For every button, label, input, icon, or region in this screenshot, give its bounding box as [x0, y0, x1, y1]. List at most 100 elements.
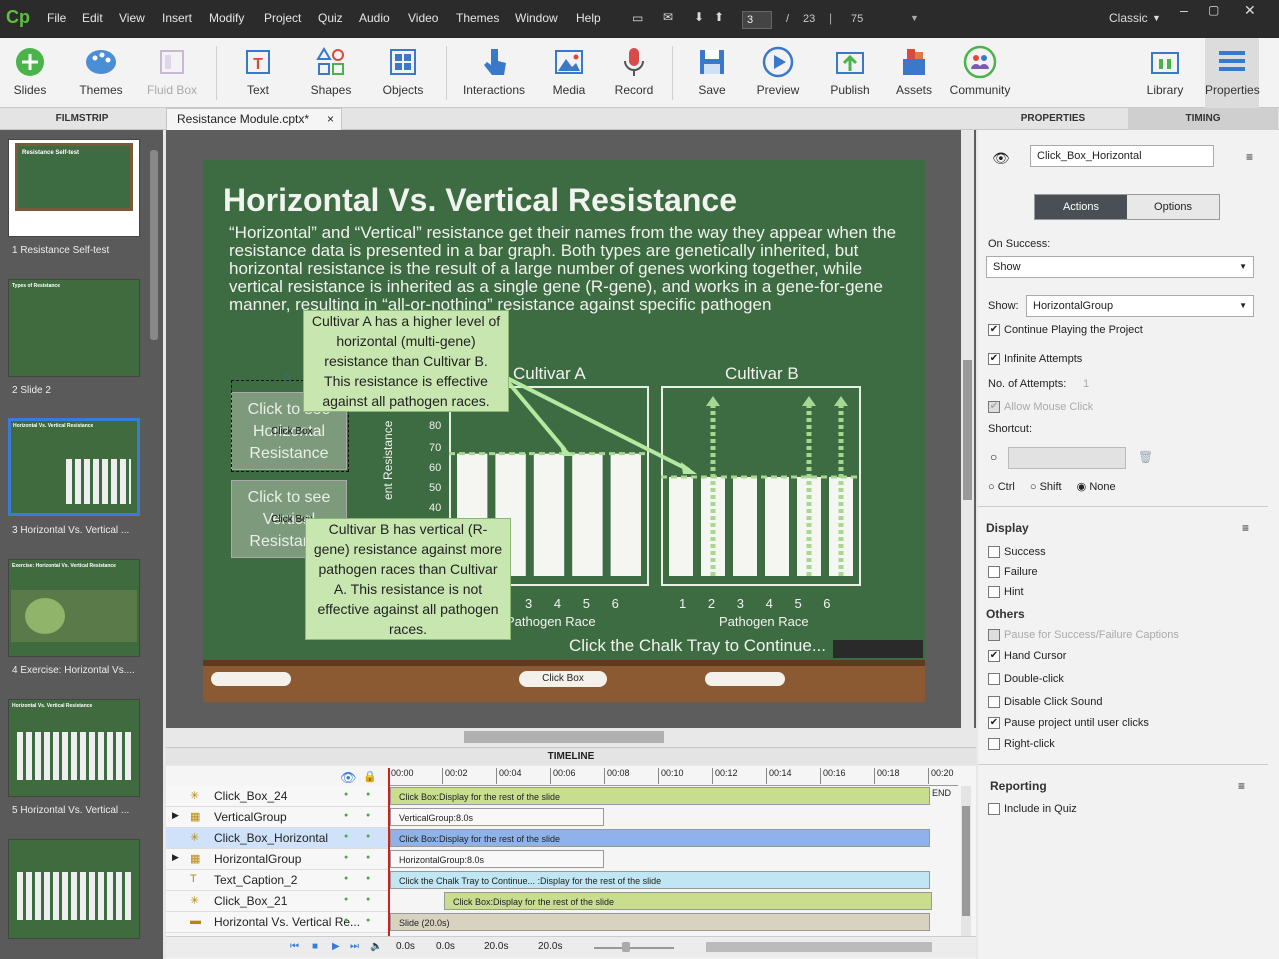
slide-thumb-4[interactable]: Exercise: Horizontal Vs. Vertical Resist…	[8, 559, 140, 657]
visibility-eye-icon[interactable]: 👁	[992, 150, 1010, 167]
zoom-dropdown-icon[interactable]: ▼	[910, 13, 919, 23]
panel-menu-icon[interactable]: ≡	[1246, 150, 1253, 164]
timeline-ruler[interactable]: 00:00 00:02 00:04 00:06 00:08 00:10 00:12 00:14…	[388, 766, 958, 786]
trash-icon[interactable]: 🗑	[1138, 450, 1153, 464]
rotate-handle-icon[interactable]: ◌	[283, 370, 290, 384]
stage-scrollbar-h[interactable]	[166, 728, 976, 746]
slide-thumb-6[interactable]	[8, 839, 140, 939]
slides-button[interactable]: Slides	[4, 38, 56, 108]
shortcut-input[interactable]	[1008, 447, 1126, 469]
menu-window[interactable]: Window	[515, 11, 558, 25]
show-select[interactable]: HorizontalGroup ▼	[1026, 295, 1254, 317]
timeline-header[interactable]: TIMELINE	[166, 747, 976, 765]
lock-dot[interactable]: ●	[366, 896, 370, 903]
expand-icon[interactable]: ▶	[172, 852, 179, 863]
timeline-layer[interactable]: ✳ Click_Box_Horizontal ● ●	[166, 828, 388, 849]
failure-checkbox[interactable]: Failure	[988, 566, 1038, 579]
minimize-icon[interactable]: –	[1180, 2, 1188, 18]
lock-dot[interactable]: ●	[366, 875, 370, 882]
stage-scrollbar-v[interactable]	[961, 130, 974, 728]
chevron-down-icon[interactable]: ▼	[1152, 13, 1161, 23]
none-radio[interactable]: ◉ None	[1077, 481, 1116, 493]
arrow-down-icon[interactable]: ⬇	[694, 10, 704, 24]
click-box-tray[interactable]: Click Box	[519, 671, 607, 687]
timeline-bar[interactable]: VerticalGroup:8.0s	[390, 808, 604, 826]
visibility-dot[interactable]: ●	[344, 854, 348, 861]
zoom-level[interactable]: 75	[851, 13, 863, 25]
menu-view[interactable]: View	[119, 11, 145, 25]
double-click-checkbox[interactable]: Double-click	[988, 673, 1064, 686]
scrollbar-thumb[interactable]	[962, 806, 970, 916]
zoom-slider-thumb[interactable]	[622, 942, 630, 952]
shift-radio[interactable]: ○ Shift	[1030, 481, 1062, 493]
lock-dot[interactable]: ●	[366, 791, 370, 798]
workspace-mode[interactable]: Classic	[1109, 11, 1148, 25]
timeline-layer[interactable]: ✳ Click_Box_24 ● ●	[166, 786, 388, 807]
zoom-slider[interactable]	[594, 947, 674, 949]
lock-dot[interactable]: ●	[366, 854, 370, 861]
themes-button[interactable]: Themes	[72, 38, 130, 108]
menu-edit[interactable]: Edit	[82, 11, 103, 25]
menu-insert[interactable]: Insert	[162, 11, 192, 25]
timeline-bar[interactable]: Click Box:Display for the rest of the sl…	[390, 829, 930, 847]
properties-button[interactable]: Properties	[1205, 38, 1260, 108]
timeline-layer[interactable]: ▶ ▦ HorizontalGroup ● ●	[166, 849, 388, 870]
expand-icon[interactable]: ▶	[172, 810, 179, 821]
include-quiz-checkbox[interactable]: Include in Quiz	[988, 803, 1077, 816]
filmstrip-scrollbar[interactable]	[150, 150, 158, 340]
tab-close-icon[interactable]: ×	[327, 112, 334, 126]
visibility-dot[interactable]: ●	[344, 896, 348, 903]
timeline-layer[interactable]: ▶ ▦ VerticalGroup ● ●	[166, 807, 388, 828]
preview-button[interactable]: Preview	[750, 38, 806, 108]
menu-video[interactable]: Video	[408, 11, 438, 25]
save-button[interactable]: Save	[686, 38, 738, 108]
maximize-icon[interactable]: ▢	[1208, 3, 1219, 17]
success-checkbox[interactable]: Success	[988, 546, 1046, 559]
scrollbar-thumb[interactable]	[963, 360, 972, 500]
library-button[interactable]: Library	[1138, 38, 1192, 108]
menu-audio[interactable]: Audio	[359, 11, 390, 25]
timeline-scrollbar[interactable]	[961, 786, 971, 936]
doc-tab[interactable]: Resistance Module.cptx* ×	[166, 108, 342, 130]
caption-icon[interactable]: ▭	[632, 11, 643, 25]
slide-thumb-1[interactable]: Resistance Self-test	[8, 139, 140, 237]
eye-icon[interactable]: 👁	[340, 770, 357, 786]
slide-number-input[interactable]: 3	[742, 11, 772, 29]
shortcut-radio[interactable]: ○	[990, 450, 997, 464]
arrow-up-icon[interactable]: ⬆	[714, 10, 724, 24]
objects-button[interactable]: Objects	[374, 38, 432, 108]
object-name-input[interactable]: Click_Box_Horizontal	[1030, 145, 1214, 167]
community-button[interactable]: Community	[948, 38, 1012, 108]
forward-icon[interactable]: ⏭	[350, 941, 359, 952]
rewind-icon[interactable]: ⏮	[290, 941, 299, 952]
lock-dot[interactable]: ●	[366, 812, 370, 819]
lock-dot[interactable]: ●	[366, 833, 370, 840]
continue-checkbox[interactable]: ✔ Continue Playing the Project	[988, 324, 1143, 337]
record-button[interactable]: Record	[607, 38, 661, 108]
menu-help[interactable]: Help	[576, 11, 601, 25]
hint-checkbox[interactable]: Hint	[988, 586, 1024, 599]
tab-properties[interactable]: PROPERTIES	[978, 108, 1128, 130]
menu-file[interactable]: File	[47, 11, 66, 25]
timeline-layer[interactable]: T Text_Caption_2 ● ●	[166, 870, 388, 891]
mail-icon[interactable]: ✉	[663, 10, 673, 24]
tab-options[interactable]: Options	[1127, 195, 1219, 219]
disable-sound-checkbox[interactable]: Disable Click Sound	[988, 696, 1102, 709]
timeline-bar[interactable]: HorizontalGroup:8.0s	[390, 850, 604, 868]
scrollbar-thumb[interactable]	[464, 731, 664, 743]
menu-project[interactable]: Project	[264, 11, 301, 25]
visibility-dot[interactable]: ●	[344, 875, 348, 882]
infinite-checkbox[interactable]: ✔ Infinite Attempts	[988, 353, 1082, 366]
text-button[interactable]: T Text	[230, 38, 286, 108]
slide-thumb-3[interactable]: Horizontal Vs. Vertical Resistance	[8, 418, 140, 516]
tab-actions[interactable]: Actions	[1035, 195, 1127, 219]
media-button[interactable]: Media	[541, 38, 597, 108]
hand-cursor-checkbox[interactable]: ✔ Hand Cursor	[988, 650, 1066, 663]
lock-icon[interactable]: 🔒	[363, 770, 377, 783]
continue-caption[interactable]: Click the Chalk Tray to Continue...	[569, 636, 826, 656]
timeline-bar[interactable]: Click Box:Display for the rest of the sl…	[444, 892, 932, 910]
interactions-button[interactable]: Interactions	[458, 38, 530, 108]
close-icon[interactable]: ✕	[1244, 2, 1256, 19]
lock-dot[interactable]: ●	[366, 917, 370, 924]
timeline-layer[interactable]: ▬ Horizontal Vs. Vertical Re... ● ●	[166, 912, 388, 933]
